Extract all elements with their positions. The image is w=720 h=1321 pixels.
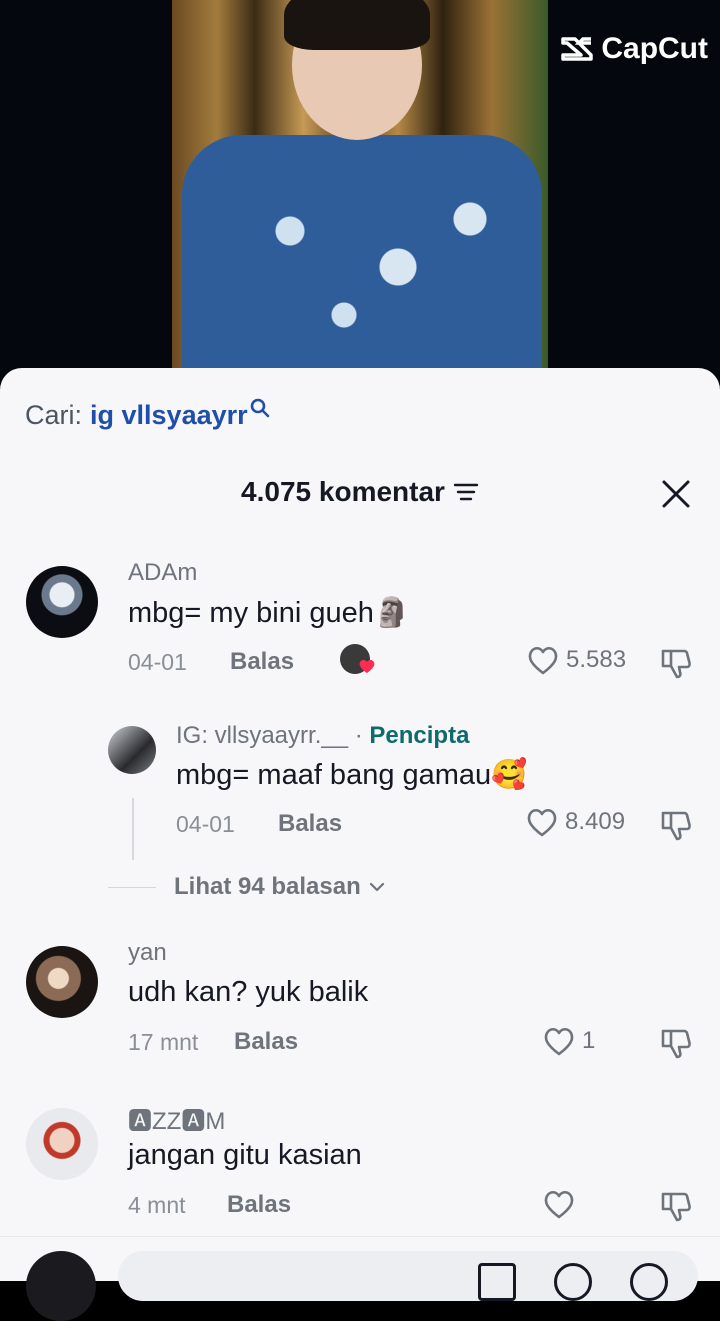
comment-input[interactable] xyxy=(118,1251,698,1301)
comment-date: 04-01 xyxy=(128,649,187,675)
heart-badge-icon xyxy=(359,659,375,674)
search-prefix: Cari: xyxy=(25,400,83,430)
comment-count: 4.075 komentar xyxy=(241,476,445,507)
thread-line xyxy=(132,798,134,860)
comment-date: 17 mnt xyxy=(128,1029,199,1055)
view-replies-button[interactable]: Lihat 94 balasan xyxy=(108,873,385,901)
at-mention-icon[interactable] xyxy=(554,1263,592,1301)
like-button[interactable]: 1 xyxy=(542,1025,595,1057)
like-count: 8.409 xyxy=(565,808,626,835)
comment-text: mbg= maaf bang gamau🥰 xyxy=(176,759,528,791)
comments-sheet: Cari: ig vllsyaayrr 4.075 komentar ADAm … xyxy=(0,368,720,1280)
comment-text: udh kan? yuk balik xyxy=(128,976,369,1008)
like-button[interactable]: 8.409 xyxy=(525,806,625,838)
reply-button[interactable]: Balas xyxy=(234,1028,298,1056)
dislike-icon[interactable] xyxy=(659,1189,693,1223)
like-button[interactable]: 5.583 xyxy=(526,644,626,676)
video-frame[interactable] xyxy=(172,0,548,368)
search-term[interactable]: ig vllsyaayrr xyxy=(90,400,248,431)
comment-text: mbg= my bini gueh🗿 xyxy=(128,597,410,629)
divider xyxy=(108,886,156,888)
like-button[interactable] xyxy=(542,1188,582,1220)
heart-icon xyxy=(544,1027,574,1056)
heart-icon xyxy=(527,808,557,837)
comment-text: jangan gitu kasian xyxy=(128,1139,362,1171)
video-background[interactable]: CapCut xyxy=(0,0,720,400)
creator-liked-badge xyxy=(340,644,375,674)
comments-header: 4.075 komentar xyxy=(0,476,720,508)
video-figure-shirt xyxy=(182,135,542,368)
creator-label: Pencipta xyxy=(369,722,470,749)
comment-username[interactable]: IG: vllsyaayrr.__ · Pencipta xyxy=(176,722,469,750)
view-replies-label: Lihat 94 balasan xyxy=(174,873,361,900)
dislike-icon[interactable] xyxy=(659,1026,693,1060)
search-suggestion[interactable]: Cari: ig vllsyaayrr xyxy=(25,398,270,431)
creator-handle[interactable]: IG: vllsyaayrr.__ xyxy=(176,722,348,749)
reply-button[interactable]: Balas xyxy=(278,810,342,838)
comment-input-bar xyxy=(0,1236,720,1321)
comment-username[interactable]: yan xyxy=(128,939,167,967)
avatar[interactable] xyxy=(108,726,156,774)
search-icon xyxy=(250,398,269,418)
heart-icon xyxy=(528,646,558,675)
capcut-logo-icon xyxy=(561,37,594,61)
comment-username[interactable]: ADAm xyxy=(128,559,197,587)
avatar[interactable] xyxy=(26,1108,98,1180)
emoji-icon[interactable] xyxy=(630,1263,668,1301)
reply-button[interactable]: Balas xyxy=(227,1191,291,1219)
image-icon[interactable] xyxy=(478,1263,516,1301)
like-count: 5.583 xyxy=(566,646,627,673)
like-count: 1 xyxy=(582,1027,596,1054)
comment-date: 04-01 xyxy=(176,811,235,837)
filter-icon[interactable] xyxy=(453,481,479,503)
capcut-watermark: CapCut xyxy=(561,32,708,66)
my-avatar xyxy=(26,1251,96,1321)
close-icon[interactable] xyxy=(660,478,692,510)
comment-date: 4 mnt xyxy=(128,1192,186,1218)
avatar[interactable] xyxy=(26,946,98,1018)
avatar[interactable] xyxy=(26,566,98,638)
dislike-icon[interactable] xyxy=(659,646,693,680)
comment-username[interactable]: 🅰ZZ🅰M xyxy=(128,1101,225,1136)
dislike-icon[interactable] xyxy=(659,808,693,842)
video-figure-hair xyxy=(284,0,430,50)
chevron-down-icon xyxy=(369,882,384,892)
capcut-brand-text: CapCut xyxy=(601,32,708,65)
heart-icon xyxy=(544,1190,574,1219)
reply-button[interactable]: Balas xyxy=(230,648,294,676)
